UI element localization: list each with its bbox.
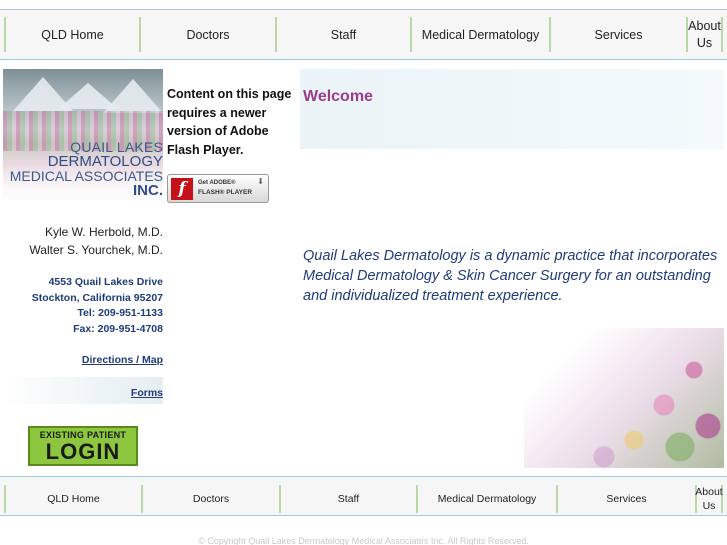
footer-nav-doctors[interactable]: Doctors bbox=[141, 485, 279, 513]
welcome-banner bbox=[300, 69, 724, 149]
nav-services[interactable]: Services bbox=[549, 17, 686, 52]
nav-medical-dermatology[interactable]: Medical Dermatology bbox=[410, 17, 549, 52]
download-arrow-icon: ⬇ bbox=[257, 177, 264, 186]
sidebar: QUAIL LAKES DERMATOLOGY MEDICAL ASSOCIAT… bbox=[3, 69, 163, 468]
patient-login-button[interactable]: EXISTING PATIENT LOGIN bbox=[28, 426, 138, 466]
intro-text: Quail Lakes Dermatology is a dynamic pra… bbox=[303, 248, 718, 304]
flash-notice: Content on this page requires a newer ve… bbox=[167, 85, 297, 203]
copyright-notice: © Copyright Quail Lakes Dermatology Medi… bbox=[198, 536, 529, 545]
logo-line-1: QUAIL LAKES bbox=[70, 139, 163, 155]
address-city: Stockton, California 95207 bbox=[31, 291, 163, 304]
practice-logo[interactable]: QUAIL LAKES DERMATOLOGY MEDICAL ASSOCIAT… bbox=[10, 140, 163, 198]
get-flash-player-button[interactable]: f Get ADOBE® FLASH® PLAYER ⬇ bbox=[167, 174, 269, 203]
doctor-name: Kyle W. Herbold, M.D. bbox=[44, 225, 163, 239]
logo-line-2: DERMATOLOGY bbox=[47, 153, 163, 170]
flower-garden-image bbox=[524, 328, 724, 468]
flash-required-message: Content on this page requires a newer ve… bbox=[167, 87, 292, 157]
nav-about-us[interactable]: About Us bbox=[686, 17, 723, 52]
doctor-name: Walter S. Yourchek, M.D. bbox=[29, 243, 163, 257]
footer-nav-services[interactable]: Services bbox=[556, 485, 695, 513]
nav-staff[interactable]: Staff bbox=[275, 17, 410, 52]
footer-nav-about-us[interactable]: About Us bbox=[695, 485, 723, 513]
practice-address: 4553 Quail Lakes Drive Stockton, Califor… bbox=[32, 275, 163, 337]
nav-qld-home[interactable]: QLD Home bbox=[4, 17, 139, 52]
login-label: LOGIN bbox=[45, 439, 121, 464]
flash-badge-line-1: Get ADOBE® bbox=[198, 180, 236, 186]
main-content: Welcome Quail Lakes Dermatology is a dyn… bbox=[300, 69, 724, 468]
footer-nav-medical-dermatology[interactable]: Medical Dermatology bbox=[416, 485, 556, 513]
footer-nav-staff[interactable]: Staff bbox=[279, 485, 416, 513]
directions-map-link[interactable]: Directions / Map bbox=[82, 354, 163, 366]
address-street: 4553 Quail Lakes Drive bbox=[48, 276, 163, 288]
forms-link[interactable]: Forms bbox=[131, 387, 163, 399]
logo-line-3: MEDICAL ASSOCIATES bbox=[9, 168, 163, 184]
top-nav: QLD Home Doctors Staff Medical Dermatolo… bbox=[0, 9, 727, 60]
flash-logo-icon: f bbox=[171, 178, 193, 200]
doctor-list: Kyle W. Herbold, M.D. Walter S. Yourchek… bbox=[29, 223, 163, 259]
bottom-nav: QLD Home Doctors Staff Medical Dermatolo… bbox=[0, 476, 727, 516]
flash-badge-line-2: FLASH® PLAYER bbox=[198, 189, 253, 196]
phone-number: Tel: 209-951-1133 bbox=[77, 307, 163, 319]
footer-nav-qld-home[interactable]: QLD Home bbox=[4, 485, 141, 513]
fax-number: Fax: 209-951-4708 bbox=[73, 322, 163, 335]
page-title: Welcome bbox=[303, 88, 373, 105]
logo-line-4: INC. bbox=[133, 182, 163, 199]
nav-doctors[interactable]: Doctors bbox=[139, 17, 275, 52]
